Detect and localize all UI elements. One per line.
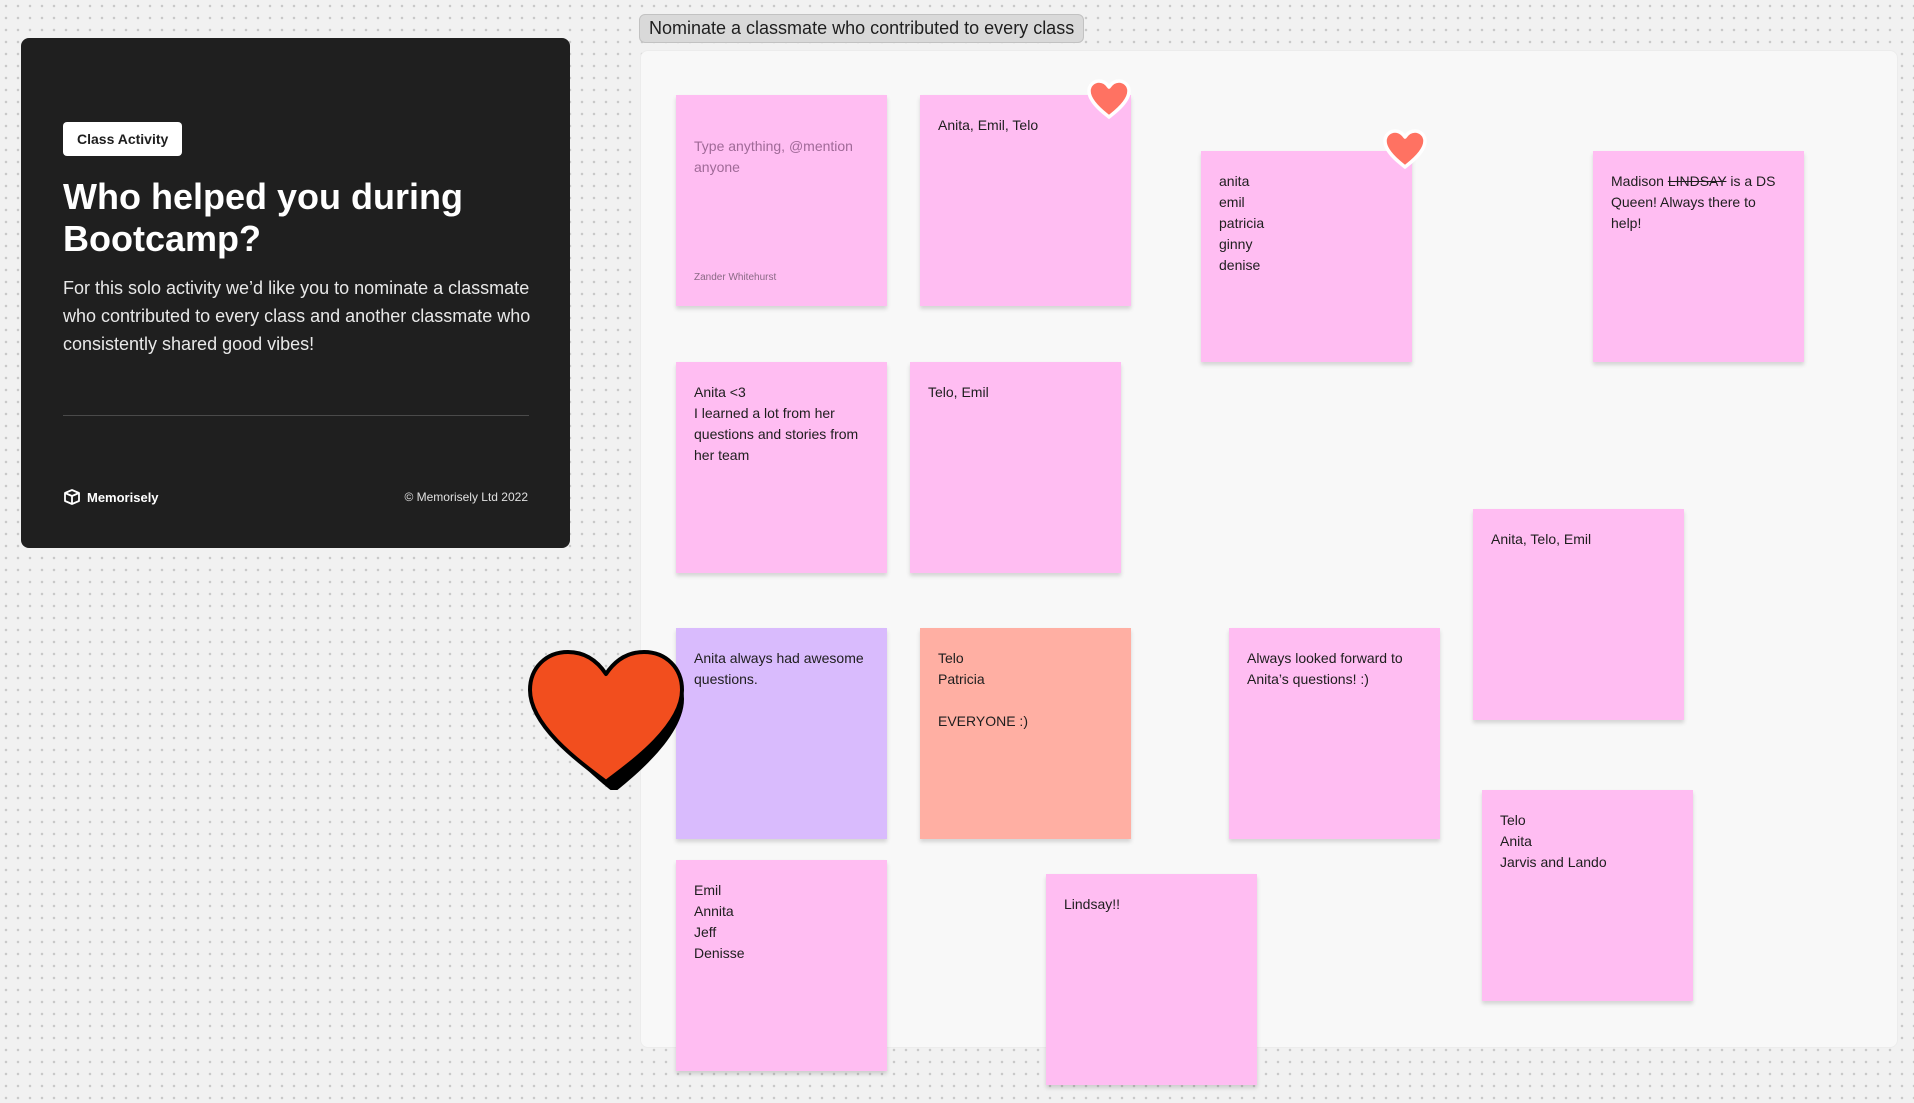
card-divider bbox=[63, 415, 529, 416]
memorisely-logo-icon bbox=[64, 489, 80, 505]
brand: Memorisely bbox=[63, 489, 159, 505]
frame-label[interactable]: Nominate a classmate who contributed to … bbox=[639, 14, 1085, 43]
note-placeholder[interactable]: Type anything, @mention anyone bbox=[694, 138, 853, 175]
sticky-note[interactable]: Telo, Emil bbox=[910, 362, 1121, 573]
sticky-note[interactable]: Telo Anita Jarvis and Lando bbox=[1482, 790, 1693, 1001]
sticky-note[interactable]: Anita always had awesome questions. bbox=[676, 628, 887, 839]
sticky-note[interactable]: Anita, Emil, Telo bbox=[920, 95, 1131, 306]
brand-name: Memorisely bbox=[87, 489, 159, 505]
sticky-note[interactable]: Madison LINDSAY is a DS Queen! Always th… bbox=[1593, 151, 1804, 362]
sticky-note[interactable]: Telo Patricia EVERYONE :) bbox=[920, 628, 1131, 839]
sticky-note[interactable]: Anita, Telo, Emil bbox=[1473, 509, 1684, 720]
activity-info-card[interactable]: Class Activity Who helped you during Boo… bbox=[21, 38, 570, 548]
activity-title: Who helped you during Bootcamp? bbox=[63, 176, 463, 259]
heart-reaction-icon[interactable] bbox=[1382, 128, 1428, 170]
note-strikethrough-text: LINDSAY bbox=[1667, 173, 1727, 189]
new-sticky-note[interactable]: Type anything, @mention anyone Zander Wh… bbox=[676, 95, 887, 306]
note-text: Madison bbox=[1611, 173, 1668, 189]
heart-reaction-icon[interactable] bbox=[1086, 78, 1132, 120]
copyright: © Memorisely Ltd 2022 bbox=[404, 490, 528, 504]
sticky-note[interactable]: Lindsay!! bbox=[1046, 874, 1257, 1085]
sticky-note[interactable]: Anita <3 I learned a lot from her questi… bbox=[676, 362, 887, 573]
sticky-note[interactable]: Always looked forward to Anita’s questio… bbox=[1229, 628, 1440, 839]
sticky-note[interactable]: anita emil patricia ginny denise bbox=[1201, 151, 1412, 362]
note-author: Zander Whitehurst bbox=[694, 272, 777, 283]
activity-description: For this solo activity we’d like you to … bbox=[63, 278, 531, 354]
class-activity-badge: Class Activity bbox=[63, 122, 183, 156]
sticky-note[interactable]: Emil Annita Jeff Denisse bbox=[676, 860, 887, 1071]
big-heart-sticker-icon[interactable] bbox=[524, 648, 688, 790]
